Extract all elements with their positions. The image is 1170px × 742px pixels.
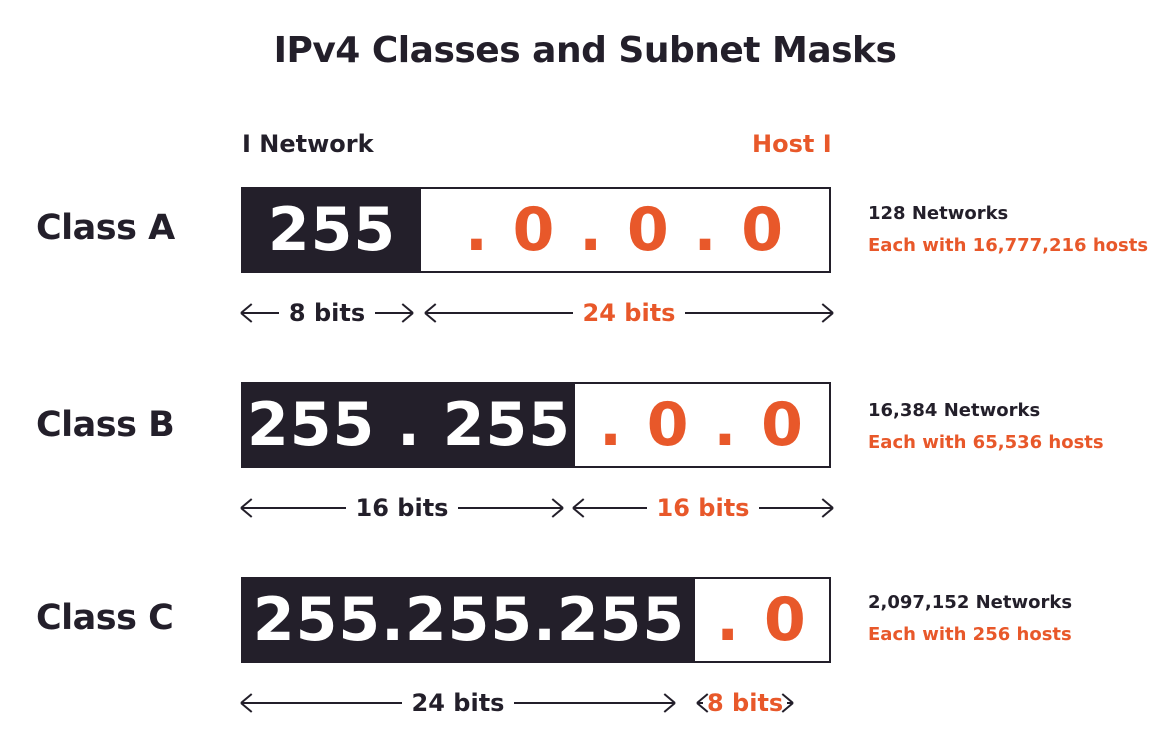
class-a-host-part: . 0 . 0 . 0 xyxy=(464,195,786,265)
network-column-label: I Network xyxy=(242,130,374,158)
diagram-title: IPv4 Classes and Subnet Masks xyxy=(273,30,897,71)
class-c-host-bits: 8 bits xyxy=(707,689,784,717)
class-c-network-part: 255.255.255 xyxy=(243,579,695,661)
class-b-networks: 16,384 Networks xyxy=(868,400,1041,421)
class-a-network-part: 255 xyxy=(243,189,421,271)
class-b-info: 16,384 Networks Each with 65,536 hosts xyxy=(868,395,1104,459)
class-a-label: Class A xyxy=(36,208,175,248)
class-c-network-bits: 24 bits xyxy=(411,689,505,717)
class-a-network-bits-span: 8 bits xyxy=(241,298,413,328)
class-a-host-bits: 24 bits xyxy=(582,299,676,327)
class-c-host-bits-span: 8 bits xyxy=(697,688,833,718)
class-a-hosts: Each with 16,777,216 hosts xyxy=(868,235,1149,256)
class-b-host-part: . 0 . 0 xyxy=(599,390,805,460)
class-c-mask: 255.255.255 . 0 xyxy=(241,577,831,663)
class-c-label: Class C xyxy=(36,598,174,638)
class-c-hosts: Each with 256 hosts xyxy=(868,624,1072,645)
class-b-mask: 255 . 255 . 0 . 0 xyxy=(241,382,831,468)
class-b-network-bits-span: 16 bits xyxy=(241,493,564,523)
class-a-mask: 255 . 0 . 0 . 0 xyxy=(241,187,831,273)
class-b-host-bits-span: 16 bits xyxy=(573,493,834,523)
class-c-info: 2,097,152 Networks Each with 256 hosts xyxy=(868,587,1072,651)
class-c-networks: 2,097,152 Networks xyxy=(868,592,1073,613)
class-c-network-bits-span: 24 bits xyxy=(241,688,676,718)
class-b-network-part: 255 . 255 xyxy=(243,384,575,466)
class-a-networks: 128 Networks xyxy=(868,203,1009,224)
host-column-label: Host I xyxy=(752,130,832,158)
class-c-host-part: . 0 xyxy=(716,585,808,655)
class-a-info: 128 Networks Each with 16,777,216 hosts xyxy=(868,198,1148,262)
class-b-network-bits: 16 bits xyxy=(355,494,449,522)
class-a-network-bits: 8 bits xyxy=(288,299,366,327)
class-a-host-bits-span: 24 bits xyxy=(425,298,834,328)
class-b-host-bits: 16 bits xyxy=(656,494,750,522)
class-b-label: Class B xyxy=(36,405,175,445)
class-b-hosts: Each with 65,536 hosts xyxy=(868,432,1104,453)
